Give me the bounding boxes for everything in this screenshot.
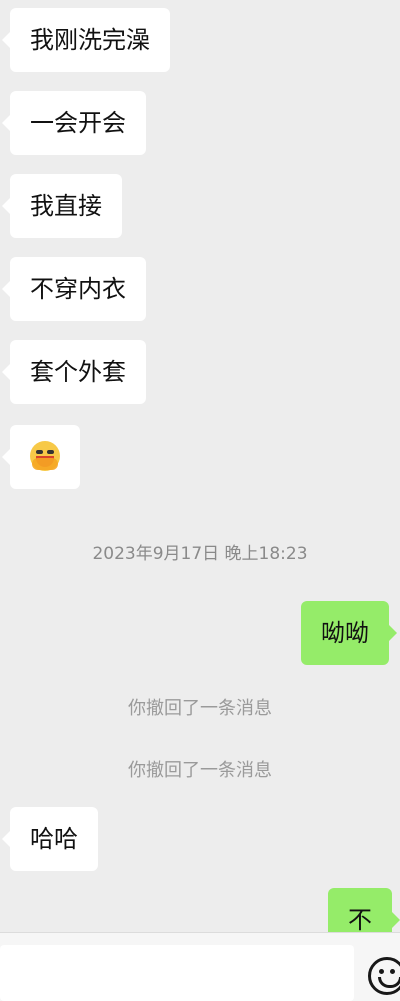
incoming-emoji-message[interactable] [2, 425, 80, 489]
recalled-message-notice: 你撤回了一条消息 [128, 760, 272, 781]
chat-message-list[interactable]: 我刚洗完澡 一会开会 我直接 不穿内衣 套个外套 2023年9月17日 晚上18… [0, 0, 400, 932]
incoming-message[interactable]: 不穿内衣 [2, 257, 146, 321]
outgoing-message[interactable]: 呦呦 [301, 601, 397, 665]
recalled-message-notice: 你撤回了一条消息 [128, 698, 272, 719]
message-text: 我直接 [30, 192, 102, 220]
chat-input-bar [0, 932, 400, 1001]
message-text: 一会开会 [30, 109, 126, 137]
incoming-message[interactable]: 套个外套 [2, 340, 146, 404]
message-input[interactable] [0, 945, 354, 1001]
message-text: 套个外套 [30, 358, 126, 386]
incoming-message[interactable]: 哈哈 [2, 807, 98, 871]
incoming-message[interactable]: 我刚洗完澡 [2, 8, 170, 72]
message-text: 不穿内衣 [30, 275, 126, 303]
message-text: 我刚洗完澡 [30, 26, 150, 54]
outgoing-message[interactable]: 不 [328, 888, 400, 932]
incoming-message[interactable]: 我直接 [2, 174, 122, 238]
incoming-message[interactable]: 一会开会 [2, 91, 146, 155]
hand-over-mouth-emoji-icon [30, 441, 60, 471]
message-text: 哈哈 [30, 825, 78, 853]
smiley-face-icon[interactable] [368, 957, 400, 995]
message-text: 不 [348, 906, 372, 932]
message-timestamp: 2023年9月17日 晚上18:23 [92, 544, 308, 564]
message-text: 呦呦 [321, 619, 369, 647]
